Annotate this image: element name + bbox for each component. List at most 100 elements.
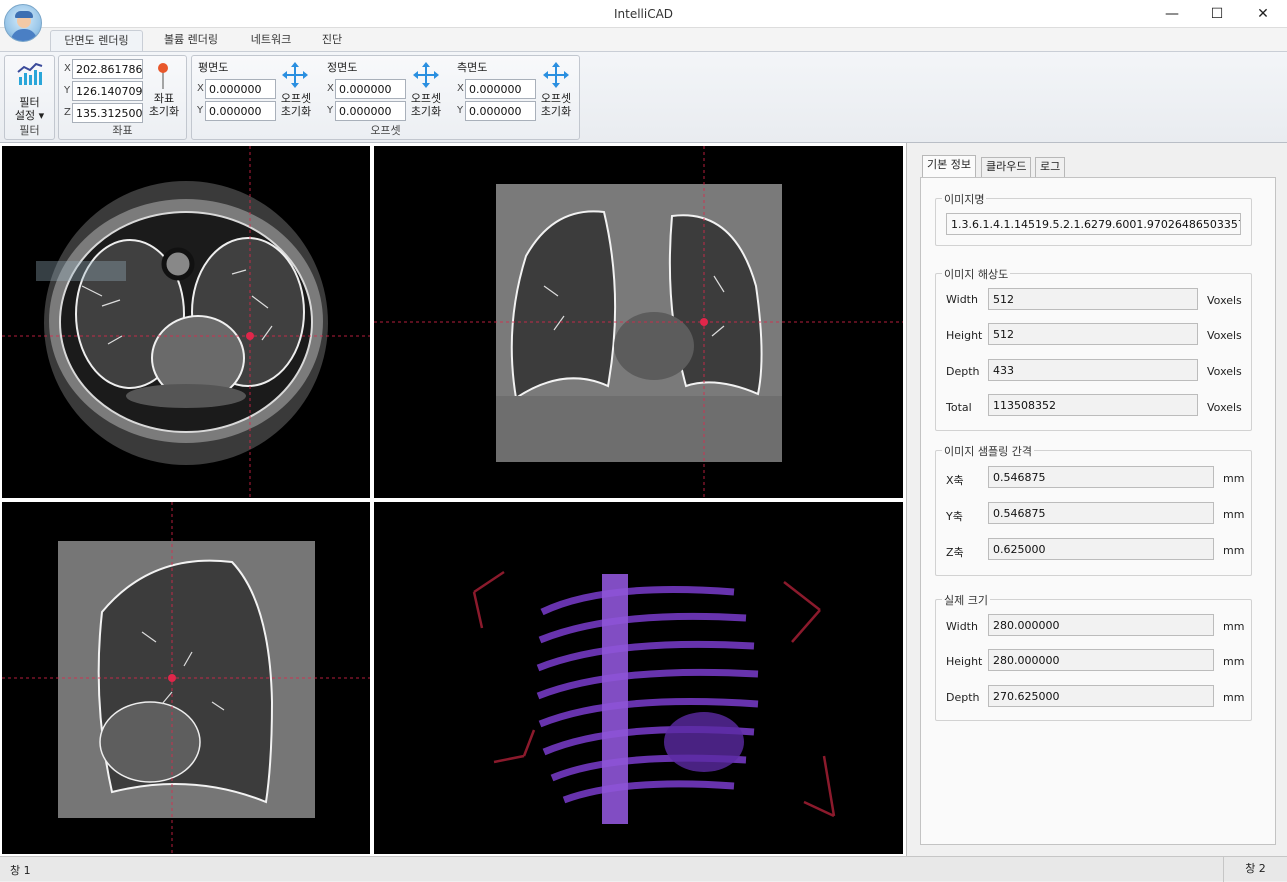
minimize-button[interactable]: — <box>1149 0 1195 28</box>
real-width-unit: mm <box>1223 620 1245 633</box>
coord-z-label: Z <box>64 107 71 118</box>
tab-network[interactable]: 네트워크 <box>240 30 302 52</box>
status-window-1: 창 1 <box>10 864 31 877</box>
sagittal-offset-reset-label-2: 초기화 <box>540 105 572 118</box>
real-height-label: Height <box>946 655 983 668</box>
coronal-offset-title: 정면도 <box>327 61 358 74</box>
spacing-x-unit: mm <box>1223 472 1245 485</box>
coronal-y-label: Y <box>327 105 334 116</box>
sagittal-offset-reset-button[interactable]: 오프셋 초기화 <box>536 92 576 118</box>
axial-offset-y-input[interactable]: 0.000000 <box>205 101 276 121</box>
real-depth-label: Depth <box>946 691 980 704</box>
tab-slice-rendering[interactable]: 단면도 렌더링 <box>50 30 143 52</box>
coord-reset-label-2: 초기화 <box>148 105 180 118</box>
coord-x-input[interactable]: 202.861786 <box>72 59 143 79</box>
coronal-x-label: X <box>327 83 334 94</box>
spacing-z-field[interactable]: 0.625000 <box>988 538 1214 560</box>
coord-x-label: X <box>64 63 71 74</box>
filter-settings-label: 필터 <box>19 96 40 109</box>
tab-diagnosis[interactable]: 진단 <box>312 30 352 52</box>
resolution-total-label: Total <box>946 401 972 414</box>
sagittal-y-label: Y <box>457 105 464 116</box>
sagittal-offset-y-input[interactable]: 0.000000 <box>465 101 536 121</box>
axial-x-label: X <box>197 83 204 94</box>
axial-offset-reset-button[interactable]: 오프셋 초기화 <box>276 92 316 118</box>
sampling-spacing-section: 이미지 샘플링 간격 X축 0.546875 mm Y축 0.546875 mm… <box>935 443 1252 576</box>
resolution-height-field[interactable]: 512 <box>988 323 1198 345</box>
resolution-height-unit: Voxels <box>1207 329 1242 342</box>
window-title: IntelliCAD <box>613 7 674 21</box>
coordinate-group: X 202.861786 Y 126.140709 Z 135.312500 좌… <box>58 55 187 140</box>
resolution-depth-unit: Voxels <box>1207 365 1242 378</box>
coronal-offset-reset-label-2: 초기화 <box>410 105 442 118</box>
axial-offset-x-input[interactable]: 0.000000 <box>205 79 276 99</box>
tab-log[interactable]: 로그 <box>1035 157 1066 177</box>
coord-y-input[interactable]: 126.140709 <box>72 81 143 101</box>
coronal-offset-y-input[interactable]: 0.000000 <box>335 101 406 121</box>
spacing-y-label: Y축 <box>946 510 963 523</box>
real-depth-field[interactable]: 270.625000 <box>988 685 1214 707</box>
sagittal-offset-x-input[interactable]: 0.000000 <box>465 79 536 99</box>
resolution-total-field[interactable]: 113508352 <box>988 394 1198 416</box>
title-bar: IntelliCAD — ☐ ✕ <box>0 0 1287 28</box>
sampling-spacing-title: 이미지 샘플링 간격 <box>942 443 1034 459</box>
real-width-label: Width <box>946 620 978 633</box>
tab-basic-info[interactable]: 기본 정보 <box>922 155 976 178</box>
sagittal-x-label: X <box>457 83 464 94</box>
offset-group: 평면도 X 0.000000 Y 0.000000 오프셋 초기화 정면도 X … <box>191 55 580 140</box>
real-height-unit: mm <box>1223 655 1245 668</box>
axial-offset-title: 평면도 <box>198 61 229 74</box>
viewer-area <box>0 143 906 856</box>
tab-volume-rendering[interactable]: 볼륨 렌더링 <box>153 30 229 52</box>
coord-reset-button[interactable]: 좌표 초기화 <box>143 92 185 118</box>
filter-settings-button[interactable]: 필터 설정 ▾ <box>5 96 54 122</box>
resolution-total-unit: Voxels <box>1207 401 1242 414</box>
sagittal-offset-reset-label: 오프셋 <box>540 92 572 105</box>
real-height-field[interactable]: 280.000000 <box>988 649 1214 671</box>
pin-icon[interactable] <box>156 62 170 90</box>
coronal-offset-reset-label: 오프셋 <box>410 92 442 105</box>
resolution-width-field[interactable]: 512 <box>988 288 1198 310</box>
ribbon-tab-bar: 단면도 렌더링 볼륨 렌더링 네트워크 진단 <box>0 28 1287 52</box>
coordinate-group-label: 좌표 <box>112 124 133 137</box>
real-width-field[interactable]: 280.000000 <box>988 614 1214 636</box>
offset-group-label: 오프셋 <box>370 124 401 137</box>
resolution-section: 이미지 해상도 Width 512 Voxels Height 512 Voxe… <box>935 266 1252 431</box>
crosshair-overlay <box>2 146 903 854</box>
sagittal-offset-title: 측면도 <box>457 61 488 74</box>
spacing-y-field[interactable]: 0.546875 <box>988 502 1214 524</box>
spacing-z-unit: mm <box>1223 544 1245 557</box>
filter-group-label: 필터 <box>19 124 40 137</box>
spacing-z-label: Z축 <box>946 546 964 559</box>
axial-offset-reset-label-2: 초기화 <box>280 105 312 118</box>
move-arrows-icon[interactable] <box>412 61 440 89</box>
resolution-title: 이미지 해상도 <box>942 266 1011 282</box>
coronal-offset-x-input[interactable]: 0.000000 <box>335 79 406 99</box>
resolution-width-unit: Voxels <box>1207 294 1242 307</box>
resolution-depth-field[interactable]: 433 <box>988 359 1198 381</box>
image-name-field[interactable]: 1.3.6.1.4.1.14519.5.2.1.6279.6001.970264… <box>946 213 1241 235</box>
coord-z-input[interactable]: 135.312500 <box>72 103 143 123</box>
close-button[interactable]: ✕ <box>1240 0 1286 28</box>
basic-info-content: 이미지명 1.3.6.1.4.1.14519.5.2.1.6279.6001.9… <box>920 177 1276 845</box>
real-size-title: 실제 크기 <box>942 592 990 608</box>
coord-reset-label: 좌표 <box>153 92 175 105</box>
status-bar: 창 1 창 2 <box>0 856 1287 882</box>
real-depth-unit: mm <box>1223 691 1245 704</box>
status-window-2: 창 2 <box>1223 857 1287 882</box>
resolution-width-label: Width <box>946 293 978 306</box>
move-arrows-icon[interactable] <box>542 61 570 89</box>
chart-icon[interactable] <box>16 61 44 89</box>
move-arrows-icon[interactable] <box>281 61 309 89</box>
info-panel: 기본 정보 클라우드 로그 이미지명 1.3.6.1.4.1.14519.5.2… <box>906 143 1287 856</box>
coord-y-label: Y <box>64 85 71 96</box>
axial-y-label: Y <box>197 105 204 116</box>
resolution-depth-label: Depth <box>946 365 980 378</box>
app-logo-icon[interactable] <box>4 4 42 42</box>
real-size-section: 실제 크기 Width 280.000000 mm Height 280.000… <box>935 592 1252 721</box>
maximize-button[interactable]: ☐ <box>1194 0 1240 28</box>
ribbon: 필터 설정 ▾ 필터 X 202.861786 Y 126.140709 Z 1… <box>0 51 1287 143</box>
tab-cloud[interactable]: 클라우드 <box>981 157 1032 177</box>
coronal-offset-reset-button[interactable]: 오프셋 초기화 <box>406 92 446 118</box>
spacing-x-field[interactable]: 0.546875 <box>988 466 1214 488</box>
